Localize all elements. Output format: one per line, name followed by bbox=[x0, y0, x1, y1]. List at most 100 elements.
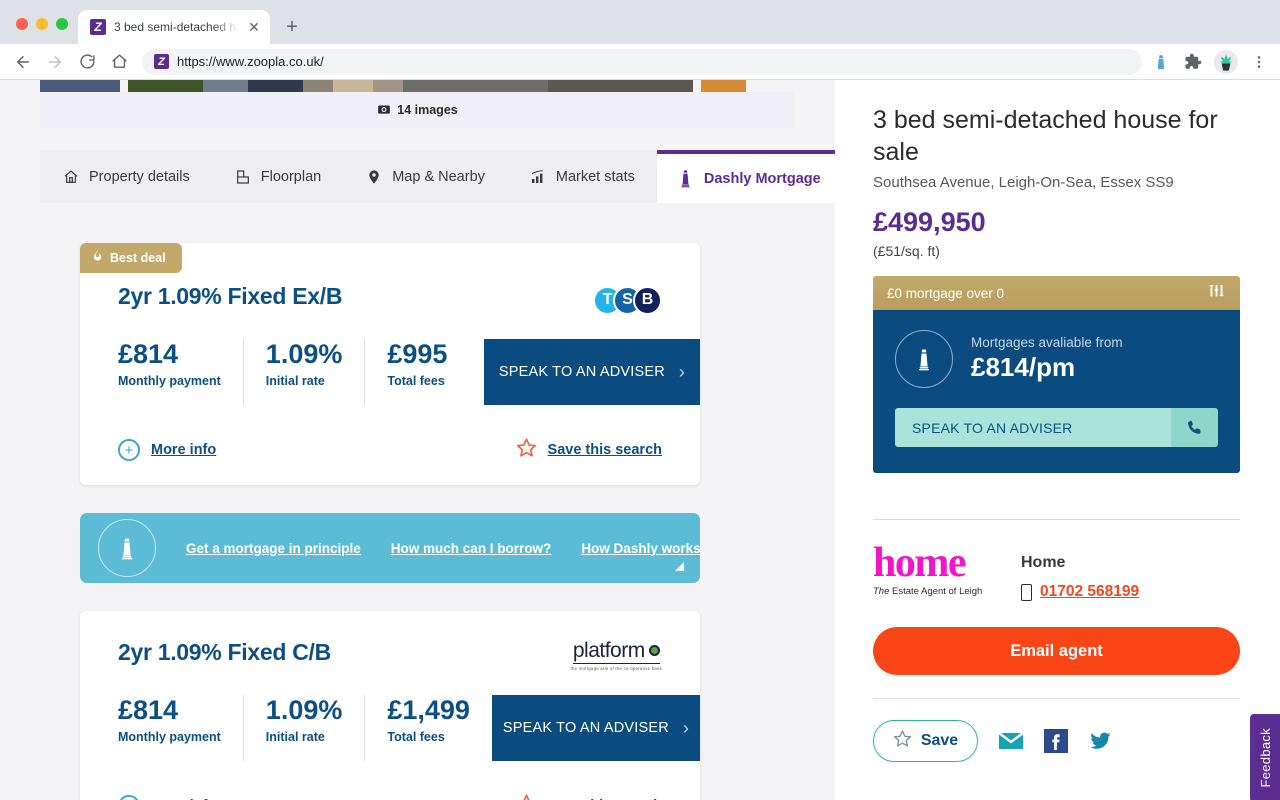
platform-dot-icon bbox=[648, 645, 660, 657]
tab-map-nearby[interactable]: Map & Nearby bbox=[343, 150, 507, 203]
sidebar-adviser-label: SPEAK TO AN ADVISER bbox=[895, 408, 1171, 447]
save-property-button[interactable]: Save bbox=[873, 720, 978, 762]
gallery-thumb bbox=[303, 80, 333, 92]
address-bar[interactable]: Z https://www.zoopla.co.uk/ bbox=[142, 48, 1142, 75]
save-this-search-link[interactable]: Save this search bbox=[516, 793, 662, 800]
speak-to-adviser-button[interactable]: SPEAK TO AN ADVISER › bbox=[491, 695, 700, 761]
mobile-phone-icon bbox=[1021, 583, 1032, 601]
deal-stats-row: £814 Monthly payment 1.09% Initial rate … bbox=[118, 339, 700, 405]
gallery-thumb bbox=[701, 80, 746, 92]
stat-label: Total fees bbox=[387, 374, 445, 389]
agent-logo: home The Estate Agent of Leigh bbox=[873, 542, 995, 598]
save-search-label[interactable]: Save this search bbox=[548, 442, 662, 458]
gallery-thumb bbox=[128, 80, 203, 92]
promo-link-mortgage-in-principle[interactable]: Get a mortgage in principle bbox=[186, 541, 361, 556]
stat-value: £995 bbox=[387, 339, 448, 369]
close-tab-icon[interactable]: ✕ bbox=[246, 19, 262, 35]
share-actions: Save bbox=[873, 720, 1240, 762]
adviser-button-label: SPEAK TO AN ADVISER bbox=[498, 364, 665, 380]
agent-logo-tagline: The Estate Agent of Leigh bbox=[873, 586, 995, 597]
minimize-window-button[interactable] bbox=[36, 18, 48, 30]
mortgage-deal-card: 2yr 1.09% Fixed C/B platform the mortgag… bbox=[80, 611, 700, 800]
reload-icon[interactable] bbox=[72, 47, 102, 77]
phone-icon[interactable] bbox=[1171, 408, 1218, 447]
promo-link-how-dashly-works[interactable]: How Dashly works bbox=[581, 541, 700, 556]
facebook-share-icon[interactable] bbox=[1044, 729, 1068, 753]
photo-gallery-strip[interactable] bbox=[40, 80, 830, 92]
lighthouse-extension-icon[interactable] bbox=[1150, 51, 1172, 73]
tab-property-details[interactable]: Property details bbox=[40, 150, 212, 203]
agent-tagline-the: The bbox=[873, 586, 890, 598]
stat-label: Initial rate bbox=[265, 730, 325, 745]
close-window-button[interactable] bbox=[16, 18, 28, 30]
more-info-link[interactable]: + More info bbox=[118, 439, 216, 461]
platform-wordmark: platform bbox=[572, 639, 645, 663]
star-icon bbox=[516, 437, 537, 463]
email-agent-button[interactable]: Email agent bbox=[873, 627, 1240, 675]
agent-info: home The Estate Agent of Leigh Home 0170… bbox=[873, 542, 1240, 601]
agent-contact: Home 01702 568199 bbox=[1021, 546, 1139, 601]
stat-initial-rate: 1.09% Initial rate bbox=[242, 339, 365, 405]
profile-avatar-icon[interactable] bbox=[1214, 49, 1238, 74]
gallery-gap bbox=[120, 80, 128, 92]
gallery-thumb bbox=[248, 80, 303, 92]
gallery-thumb bbox=[333, 80, 373, 92]
stat-monthly-payment: £814 Monthly payment bbox=[118, 695, 243, 761]
browser-tab[interactable]: Z 3 bed semi-detached house for sale ✕ bbox=[78, 10, 270, 44]
more-info-label[interactable]: More info bbox=[151, 442, 216, 458]
new-tab-button[interactable]: + bbox=[278, 13, 306, 41]
three-dot-menu-icon[interactable] bbox=[1248, 51, 1270, 73]
browser-window: Z 3 bed semi-detached house for sale ✕ +… bbox=[0, 0, 1280, 800]
best-deal-badge: Best deal bbox=[80, 243, 182, 273]
maximize-window-button[interactable] bbox=[56, 18, 68, 30]
zoopla-page: 14 images Property details Floorplan Map… bbox=[0, 80, 1280, 800]
mortgage-widget-body: Mortgages avaliable from £814/pm SPEAK T… bbox=[873, 310, 1240, 473]
save-this-search-link[interactable]: Save this search bbox=[516, 437, 662, 463]
stat-value: £814 bbox=[118, 695, 179, 725]
tab-dashly-mortgage[interactable]: Dashly Mortgage bbox=[656, 150, 841, 203]
url-text: https://www.zoopla.co.uk/ bbox=[177, 54, 324, 69]
floorplan-icon bbox=[234, 169, 252, 185]
email-share-icon[interactable] bbox=[998, 731, 1024, 751]
mortgage-calculator-widget: £0 mortgage over 0 Mortgages avaliable f… bbox=[873, 276, 1240, 473]
property-price: £499,950 bbox=[873, 207, 986, 237]
promo-link-how-much-can-i-borrow[interactable]: How much can I borrow? bbox=[391, 541, 552, 556]
agent-phone-number[interactable]: 01702 568199 bbox=[1040, 583, 1139, 601]
adviser-button-label: SPEAK TO AN ADVISER bbox=[502, 720, 669, 736]
image-count-bar[interactable]: 14 images bbox=[40, 92, 795, 128]
dashly-promo-banner: Get a mortgage in principle How much can… bbox=[80, 513, 700, 583]
sidebar-divider bbox=[873, 519, 1240, 520]
property-address: Southsea Avenue, Leigh-On-Sea, Essex SS9 bbox=[873, 174, 1174, 191]
chevron-right-icon: › bbox=[678, 361, 686, 382]
browser-toolbar: Z https://www.zoopla.co.uk/ bbox=[0, 44, 1280, 80]
stat-value: 1.09% bbox=[265, 339, 343, 369]
gallery-gap bbox=[693, 80, 701, 92]
feedback-tab[interactable]: Feedback bbox=[1250, 714, 1280, 800]
gallery-thumb bbox=[373, 80, 403, 92]
more-info-link[interactable]: + More info bbox=[118, 795, 216, 800]
plus-circle-icon: + bbox=[118, 795, 140, 800]
tab-floorplan[interactable]: Floorplan bbox=[212, 150, 343, 203]
stat-label: Monthly payment bbox=[118, 730, 221, 745]
mortgage-summary-bar[interactable]: £0 mortgage over 0 bbox=[873, 276, 1240, 310]
twitter-share-icon[interactable] bbox=[1088, 730, 1113, 752]
home-icon[interactable] bbox=[104, 47, 134, 77]
sidebar-speak-to-adviser-button[interactable]: SPEAK TO AN ADVISER bbox=[895, 408, 1218, 447]
image-count-label: 14 images bbox=[397, 103, 458, 117]
gallery-thumb bbox=[40, 80, 120, 92]
deal-header: 2yr 1.09% Fixed Ex/B T S B bbox=[118, 273, 662, 317]
back-arrow-icon[interactable] bbox=[8, 47, 38, 77]
lighthouse-icon bbox=[895, 330, 953, 388]
puzzle-piece-icon[interactable] bbox=[1182, 51, 1204, 73]
forward-arrow-icon[interactable] bbox=[40, 47, 70, 77]
speak-to-adviser-button[interactable]: SPEAK TO AN ADVISER › bbox=[484, 339, 700, 405]
tab-label: Property details bbox=[89, 168, 190, 185]
mortgage-monthly-amount: £814/pm bbox=[971, 352, 1076, 382]
toolbar-icon-group bbox=[1150, 49, 1272, 74]
lender-logo-platform: platform the mortgage arm of the co-oper… bbox=[571, 639, 662, 673]
page-title: 3 bed semi-detached house for sale bbox=[873, 106, 1218, 166]
map-pin-icon bbox=[365, 169, 383, 185]
tab-market-stats[interactable]: Market stats bbox=[507, 150, 657, 203]
tsb-letter-b: B bbox=[633, 285, 662, 315]
sliders-icon[interactable] bbox=[1207, 283, 1226, 303]
